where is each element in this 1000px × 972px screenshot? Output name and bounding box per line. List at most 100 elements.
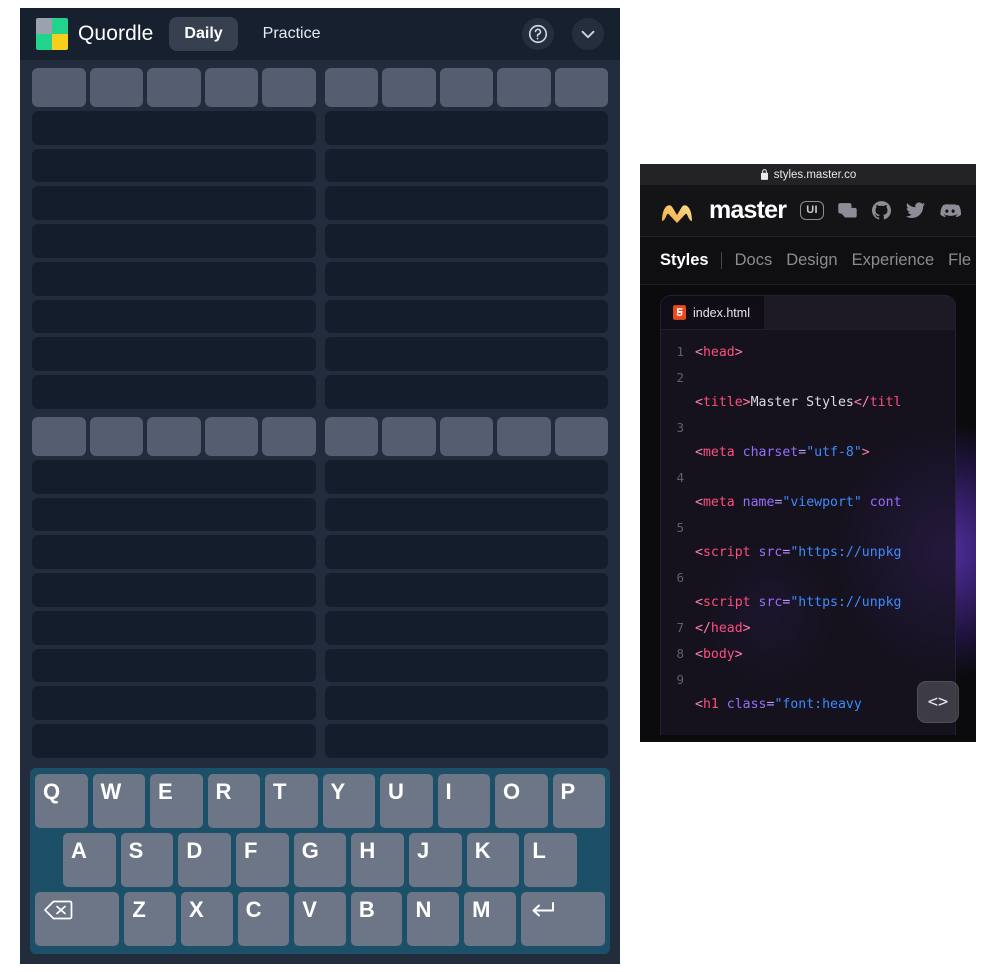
tab-docs[interactable]: Docs [735,251,787,270]
board-top-half [32,68,608,409]
line-number: 7 [676,620,684,635]
tab-design[interactable]: Design [786,251,851,270]
tab-daily[interactable]: Daily [169,17,238,51]
letter-tile[interactable] [32,417,86,456]
key-q[interactable]: Q [35,774,88,828]
discord-icon[interactable] [939,200,962,222]
empty-guess-row [324,110,608,145]
help-button[interactable] [522,18,554,50]
key-z[interactable]: Z [124,892,176,946]
letter-tile[interactable] [32,68,86,107]
guess-row [32,417,316,456]
letter-tile[interactable] [204,417,258,456]
empty-guess-row [324,686,608,721]
quadrant-top-left [32,68,316,409]
key-enter[interactable] [520,892,606,946]
code-line: <title>Master Styles</titl [661,390,955,415]
tab-practice[interactable]: Practice [248,17,336,51]
key-r[interactable]: R [207,774,260,828]
github-icon[interactable] [871,200,892,221]
on-screen-keyboard: Q W E R T Y U I O P A S D F G H J K L Z … [30,768,610,954]
keyboard-row-3: Z X C V B N M [35,892,606,946]
key-h[interactable]: H [351,833,405,887]
key-x[interactable]: X [180,892,233,946]
key-t[interactable]: T [265,774,318,828]
key-f[interactable]: F [236,833,289,887]
quordle-header: Quordle Daily Practice [20,8,620,60]
empty-guess-row [324,337,608,372]
letter-tile[interactable] [147,417,201,456]
key-g[interactable]: G [293,833,347,887]
browser-url-bar[interactable]: styles.master.co [640,164,976,185]
code-line: 1 <head> [661,339,955,365]
line-number: 1 [676,344,684,359]
empty-guess-row [32,110,316,145]
code-text: <head> [695,345,743,360]
letter-tile[interactable] [89,417,143,456]
letter-tile[interactable] [497,68,551,107]
editor-tab-strip: index.html [661,296,955,330]
key-c[interactable]: C [237,892,290,946]
empty-guess-row [32,610,316,645]
letter-tile[interactable] [439,417,493,456]
key-j[interactable]: J [409,833,462,887]
tab-flexbox[interactable]: Fle [948,251,976,270]
master-m-logo-icon[interactable] [660,198,694,224]
letter-tile[interactable] [147,68,201,107]
key-s[interactable]: S [120,833,174,887]
board-bottom-half [32,417,608,758]
letter-tile[interactable] [382,68,436,107]
key-y[interactable]: Y [322,774,375,828]
letter-tile[interactable] [89,68,143,107]
key-w[interactable]: W [92,774,145,828]
twitter-icon[interactable] [905,200,926,221]
letter-tile[interactable] [554,68,608,107]
key-d[interactable]: D [178,833,232,887]
key-p[interactable]: P [552,774,605,828]
chat-bubble-icon[interactable] [837,200,858,221]
key-u[interactable]: U [380,774,433,828]
empty-guess-row [324,497,608,532]
empty-guess-row [32,299,316,334]
key-o[interactable]: O [495,774,548,828]
tab-experience[interactable]: Experience [852,251,949,270]
tab-styles[interactable]: Styles [660,251,721,270]
editor-tab-index-html[interactable]: index.html [661,296,764,329]
line-number: 2 [676,370,684,385]
empty-guess-row [32,686,316,721]
letter-tile[interactable] [262,417,316,456]
code-content[interactable]: 1 <head> 2 <title>Master Styles</titl 3 <meta… [661,330,955,717]
key-l[interactable]: L [524,833,578,887]
letter-tile[interactable] [497,417,551,456]
letter-tile[interactable] [554,417,608,456]
key-a[interactable]: A [63,833,116,887]
browser-window: styles.master.co master UI Styles Docs D… [640,164,976,742]
empty-guess-row [324,648,608,683]
line-number: 5 [676,520,684,535]
code-editor-panel: index.html 1 <head> 2 <title>Master Styles<… [660,295,956,735]
key-n[interactable]: N [407,892,460,946]
quadrant-top-right [324,68,608,409]
guess-row [324,68,608,107]
letter-tile[interactable] [439,68,493,107]
key-b[interactable]: B [350,892,403,946]
screen-root: Quordle Daily Practice Q W E R T Y U I O… [0,0,1000,972]
key-i[interactable]: I [437,774,490,828]
code-line: <meta charset="utf-8"> [661,440,955,465]
empty-guess-row [324,375,608,409]
letter-tile[interactable] [382,417,436,456]
key-k[interactable]: K [466,833,520,887]
key-m[interactable]: M [464,892,516,946]
key-e[interactable]: E [150,774,203,828]
key-v[interactable]: V [294,892,346,946]
letter-tile[interactable] [262,68,316,107]
letter-tile[interactable] [324,68,378,107]
view-code-button[interactable]: <> [917,681,959,723]
letter-tile[interactable] [204,68,258,107]
key-backspace[interactable] [35,892,120,946]
ui-badge: UI [800,201,825,220]
letter-tile[interactable] [324,417,378,456]
menu-button[interactable] [572,18,604,50]
chevron-down-icon [581,30,595,39]
empty-guess-row [324,261,608,296]
